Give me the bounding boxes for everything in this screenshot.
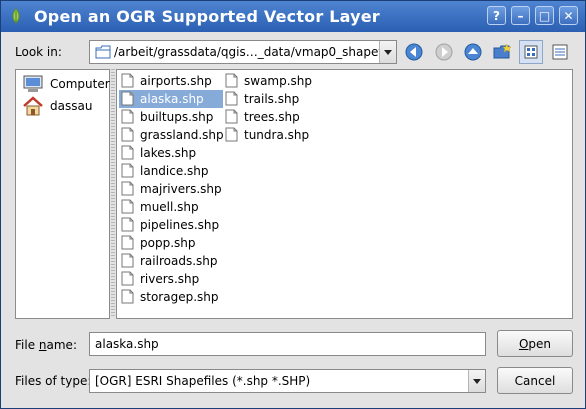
file-name-input[interactable]: alaska.shp [89,332,486,356]
list-view-icon [524,45,538,59]
help-button[interactable]: ? [487,6,506,25]
file-item[interactable]: tundra.shp [223,126,315,144]
sidebar-places: Computer dassau [15,69,110,319]
files-of-type-dropdown-arrow[interactable] [468,370,485,392]
sidebar-item-label: Computer [50,77,110,91]
file-name: grassland.shp [140,128,224,142]
file-icon [121,109,134,124]
file-name: tundra.shp [244,128,310,142]
file-icon [121,271,134,286]
file-icon [121,163,134,178]
file-name: pipelines.shp [140,218,220,232]
file-name: majrivers.shp [140,182,222,196]
file-name: swamp.shp [244,74,313,88]
parent-directory-icon[interactable] [463,42,483,62]
file-name: lakes.shp [140,146,197,160]
file-list[interactable]: airports.shp alaska.shp builtups.shp grassl… [116,69,573,319]
file-item[interactable]: trees.shp [223,108,315,126]
file-icon [121,217,134,232]
computer-icon [23,75,43,92]
file-item[interactable]: trails.shp [223,90,315,108]
file-name: builtups.shp [140,110,214,124]
file-item[interactable]: lakes.shp [119,144,223,162]
file-item[interactable]: grassland.shp [119,126,224,144]
detail-view-icon[interactable] [550,42,570,62]
file-icon [121,289,134,304]
file-name: trails.shp [244,92,300,106]
open-button[interactable]: Open [497,330,573,357]
file-item[interactable]: landice.shp [119,162,223,180]
file-item[interactable]: alaska.shp [119,90,223,108]
file-icon [121,127,134,142]
file-item[interactable]: airports.shp [119,72,223,90]
file-item[interactable]: majrivers.shp [119,180,223,198]
file-icon [225,73,238,88]
files-of-type-value: [OGR] ESRI Shapefiles (*.shp *.SHP) [95,374,311,388]
folder-icon [95,45,111,59]
dialog-window: Open an OGR Supported Vector Layer ? – □… [0,0,586,409]
file-name: railroads.shp [140,254,218,268]
file-name: airports.shp [140,74,212,88]
title-bar[interactable]: Open an OGR Supported Vector Layer ? – □… [1,1,585,32]
file-icon [225,127,238,142]
new-folder-icon[interactable] [492,42,512,62]
maximize-button[interactable]: □ [535,6,554,25]
file-icon [121,199,134,214]
file-item[interactable]: rivers.shp [119,270,223,288]
look-in-dropdown-arrow[interactable] [379,41,396,63]
file-item[interactable]: swamp.shp [223,72,315,90]
close-button[interactable]: ✕ [559,6,578,25]
file-icon [121,73,134,88]
look-in-path: /arbeit/grassdata/qgis…_data/vmap0_shape… [114,45,379,59]
sidebar-item-computer[interactable]: Computer [20,74,110,94]
sidebar-item-dassau[interactable]: dassau [20,96,106,116]
file-icon [121,91,134,106]
file-item[interactable]: railroads.shp [119,252,223,270]
file-item[interactable]: muell.shp [119,198,223,216]
splitter-handle[interactable] [111,69,115,317]
file-name: storagep.shp [140,290,219,304]
forward-icon[interactable] [434,42,454,62]
look-in-combo[interactable]: /arbeit/grassdata/qgis…_data/vmap0_shape… [89,40,397,64]
file-item[interactable]: popp.shp [119,234,223,252]
file-name: popp.shp [140,236,196,250]
minimize-button[interactable]: – [511,6,530,25]
look-in-label: Look in: [15,45,62,59]
file-item[interactable]: builtups.shp [119,108,223,126]
file-item[interactable]: storagep.shp [119,288,223,306]
file-item[interactable]: pipelines.shp [119,216,223,234]
file-name: rivers.shp [140,272,200,286]
files-of-type-label: Files of type: [15,374,92,388]
file-icon [225,91,238,106]
file-name: muell.shp [140,200,199,214]
file-name: trees.shp [244,110,300,124]
cancel-button[interactable]: Cancel [497,367,573,394]
home-icon [23,96,43,116]
list-view-toggle[interactable] [519,40,543,64]
qgis-logo-icon [12,8,20,24]
window-title: Open an OGR Supported Vector Layer [34,7,380,26]
file-icon [225,109,238,124]
file-icon [121,145,134,160]
file-name: alaska.shp [140,92,204,106]
file-icon [121,181,134,196]
files-of-type-combo[interactable]: [OGR] ESRI Shapefiles (*.shp *.SHP) [89,369,486,393]
back-icon[interactable] [404,42,424,62]
sidebar-item-label: dassau [50,99,93,113]
file-icon [121,235,134,250]
file-name-label: File name: [15,338,77,352]
file-name: landice.shp [140,164,209,178]
file-icon [121,253,134,268]
